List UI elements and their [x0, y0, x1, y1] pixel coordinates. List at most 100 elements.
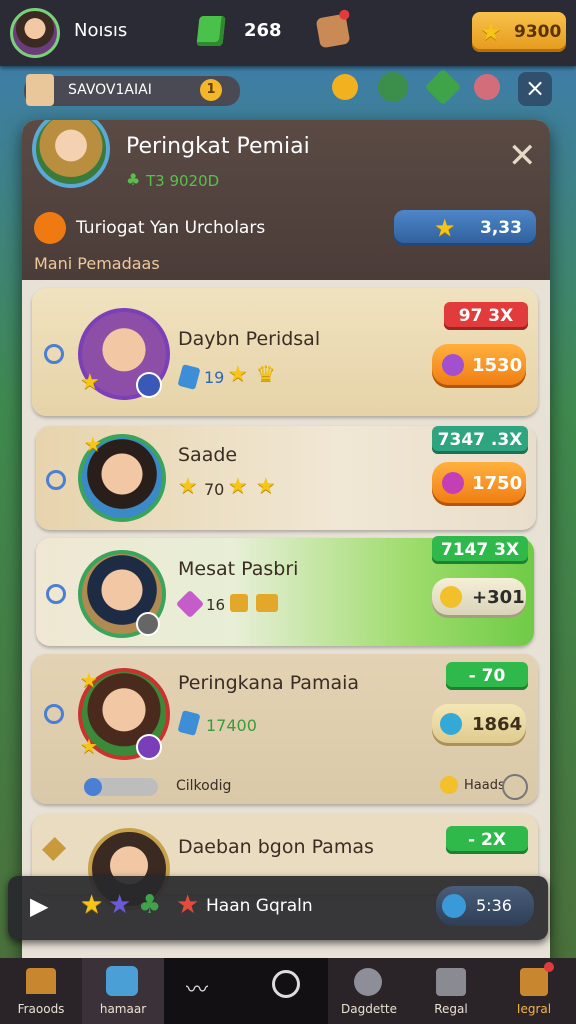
nav-item-activity[interactable]: 〰: [164, 958, 246, 1024]
menu-icon: [354, 968, 382, 996]
star-icon: ★: [108, 890, 132, 920]
nav-item-regal[interactable]: Regal: [410, 958, 492, 1024]
score-button[interactable]: 1864: [432, 704, 526, 746]
play-bar: ▶ ★ ★ ♣ ★ Haan Gqraln 5:36: [8, 876, 548, 940]
leaderboard-row[interactable]: Mesat Pasbri 16 7147 3X +301: [36, 536, 534, 646]
nav-item-dagdette[interactable]: Dagdette: [328, 958, 410, 1024]
nav-item-iegral[interactable]: Iegral: [492, 958, 576, 1024]
score-value: 1864: [472, 714, 523, 735]
nav-item-friends[interactable]: Fraoods: [0, 958, 82, 1024]
section-sub-label: Mani Pemadaas: [34, 254, 160, 273]
play-icon[interactable]: ▶: [30, 892, 48, 920]
score-button[interactable]: 1750: [432, 462, 526, 506]
player-level: 17400: [206, 716, 257, 735]
star-icon: ★: [80, 890, 104, 920]
player-name: Saade: [178, 444, 238, 466]
leaderboard-row[interactable]: ★ ★ Peringkana Pamaia 17400 - 70 1864 Ci…: [32, 654, 538, 804]
chest-icon: [520, 962, 554, 996]
close-icon[interactable]: ✕: [508, 136, 537, 176]
leaf-icon: ♣: [126, 170, 141, 189]
notification-dot-icon: [338, 8, 351, 21]
crown-icon: ♛: [256, 362, 276, 387]
clock-icon: [442, 894, 466, 918]
close-overlay-button[interactable]: ×: [518, 72, 552, 106]
multiplier-tag: 7147 3X: [432, 536, 528, 564]
crystal-icon: [177, 710, 201, 736]
crown-icon: [256, 594, 278, 612]
badge-icon: [136, 734, 162, 760]
player-username: Noısıs: [74, 20, 128, 41]
nav-label: Iegral: [516, 1002, 552, 1016]
player-level: 16: [206, 596, 226, 614]
score-button[interactable]: +301: [432, 578, 526, 618]
star-icon: ★: [434, 214, 456, 242]
gift-box-icon[interactable]: [315, 8, 351, 49]
timer-value: 5:36: [476, 896, 512, 915]
panel-subtitle: T3 9020D: [146, 172, 220, 190]
player-name: Mesat Pasbri: [178, 558, 299, 580]
circle-button-icon: [272, 970, 300, 998]
timer-button[interactable]: 5:36: [436, 886, 534, 926]
leaderboard-row[interactable]: ★ Saade ★ 70 ★ ★ 7347 .3X 1750: [36, 426, 536, 530]
play-bar-label: Haan Gqraln: [206, 896, 313, 916]
star-icon: ★: [228, 362, 248, 387]
rank-marker-icon: [46, 584, 66, 604]
wave-icon: 〰: [186, 978, 209, 1003]
star-icon: ★: [176, 890, 200, 920]
player-name: Peringkana Pamaia: [178, 672, 360, 694]
nav-item-hamaar[interactable]: hamaar: [82, 958, 164, 1024]
star-icon: ★: [84, 432, 102, 456]
shield-icon[interactable]: [378, 72, 408, 102]
progress-knob-icon: [84, 778, 102, 796]
crystal-icon: [177, 364, 201, 390]
player-avatar[interactable]: [10, 8, 60, 58]
gem-icon: [440, 713, 462, 735]
nav-label: Dagdette: [340, 1002, 397, 1016]
row-footer-right: Haads: [464, 778, 505, 793]
player-level: 19: [204, 368, 225, 387]
panel-avatar: [32, 120, 110, 188]
chest-icon: [230, 594, 248, 612]
badge-icon: [136, 612, 160, 636]
player-name: Daybn Peridsal: [178, 328, 321, 350]
notification-dot-icon: [544, 962, 554, 972]
leaf-icon[interactable]: [424, 68, 462, 106]
coin-icon: [440, 586, 462, 608]
score-value: 1750: [472, 473, 523, 494]
section-stat[interactable]: ★ 3,33: [394, 210, 536, 246]
heart-icon[interactable]: [474, 74, 500, 100]
info-icon[interactable]: [502, 774, 528, 800]
player-level: 70: [204, 480, 225, 499]
rank-marker-icon: [41, 836, 67, 862]
star-icon: ★: [80, 734, 98, 758]
score-value: 1530: [472, 355, 523, 376]
score-button[interactable]: 1530: [432, 344, 526, 388]
gem-icon: [442, 354, 464, 376]
gem-count: 268: [244, 20, 282, 41]
panel-header: Peringkat Pemiai ♣ T3 9020D ✕ Turiogat Y…: [22, 120, 550, 280]
bottom-nav: Fraoods hamaar 〰 Dagdette Regal Iegral: [0, 958, 576, 1024]
gold-star-icon: ★: [480, 18, 502, 46]
gem-icon: [442, 472, 464, 494]
sub-bar[interactable]: SAVOV1AIAI 1: [24, 74, 240, 106]
star-icon: ★: [80, 668, 98, 692]
gold-balance: 9300: [514, 22, 562, 42]
progress-track: [84, 778, 158, 796]
leaderboard-row[interactable]: ★ Daybn Peridsal 19 ★ ♛ 97 3X 1530: [32, 288, 538, 416]
coin-icon: [440, 776, 458, 794]
badge-icon: [136, 372, 162, 398]
medal-icon: [34, 212, 66, 244]
star-icon: ★: [178, 474, 198, 499]
nav-item-home[interactable]: [246, 958, 328, 1024]
heart-icon: [175, 589, 205, 619]
star-icon: ★: [228, 474, 248, 499]
section-label: Turiogat Yan Urcholars: [76, 218, 266, 238]
rank-marker-icon: [44, 704, 64, 724]
multiplier-tag: - 2X: [446, 826, 528, 854]
section-value: 3,33: [480, 218, 522, 238]
gold-balance-button[interactable]: ★ 9300: [472, 12, 566, 52]
star-icon: ★: [256, 474, 276, 499]
player-name: Daeban bgon Pamas: [178, 836, 374, 858]
coin-icon[interactable]: [332, 74, 358, 100]
row-footer-left: Cilkodig: [176, 778, 232, 794]
